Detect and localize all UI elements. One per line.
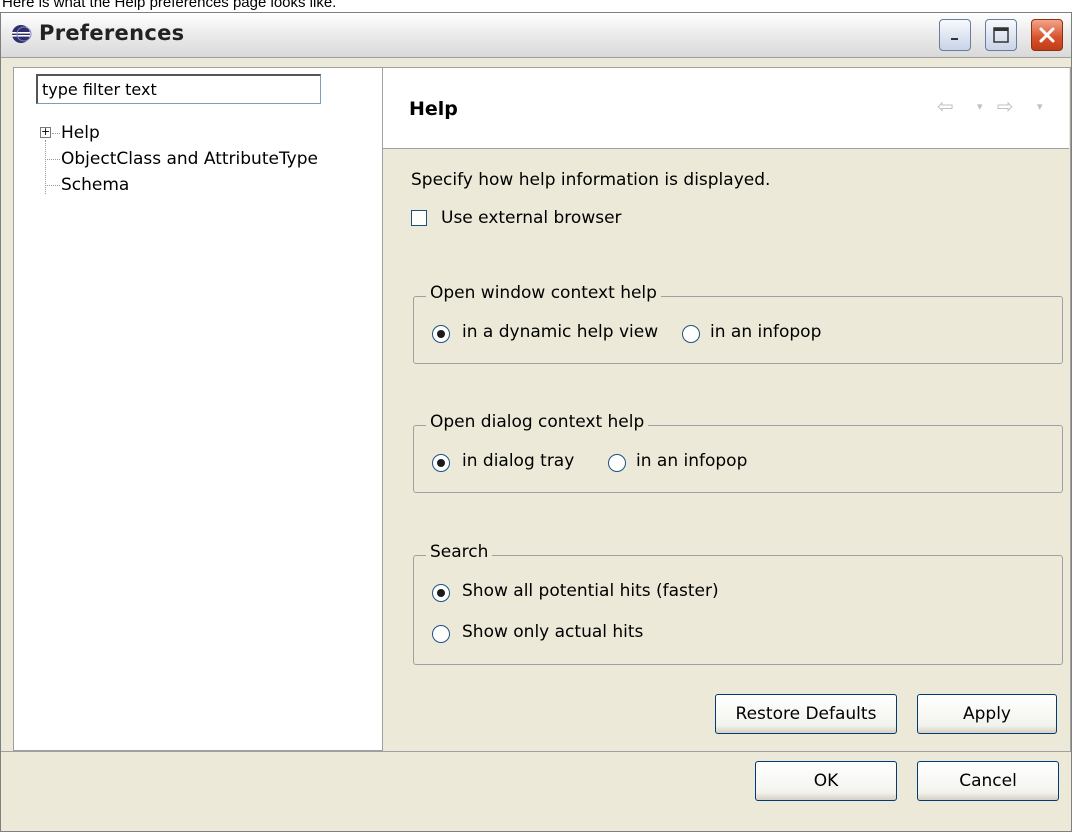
page-caption: Here is what the Help preferences page l… xyxy=(2,0,337,11)
back-arrow-icon[interactable]: ⇦ xyxy=(937,94,954,118)
maximize-button[interactable] xyxy=(985,19,1017,51)
minimize-button[interactable] xyxy=(939,19,971,51)
group-title: Open window context help xyxy=(426,283,661,303)
external-browser-checkbox[interactable] xyxy=(411,210,427,226)
dialog-context-help-group: Open dialog context help in dialog tray … xyxy=(413,412,1063,493)
radio-label: in an infopop xyxy=(710,322,822,342)
forward-dropdown-icon[interactable]: ▾ xyxy=(1037,100,1043,113)
radio-dialog-infopop[interactable] xyxy=(608,454,626,472)
footer-divider xyxy=(1,751,1071,752)
group-title: Search xyxy=(426,542,493,562)
back-dropdown-icon[interactable]: ▾ xyxy=(977,100,983,113)
radio-show-all-hits[interactable] xyxy=(432,584,450,602)
filter-input[interactable] xyxy=(36,74,321,104)
maximize-icon xyxy=(993,27,1009,43)
tree-branch-line xyxy=(45,185,60,186)
radio-dialog-tray[interactable] xyxy=(432,454,450,472)
radio-label: Show only actual hits xyxy=(462,622,644,642)
expand-icon[interactable]: + xyxy=(40,126,51,138)
preference-tree-pane: + Help ObjectClass and AttributeType Sch… xyxy=(13,67,383,751)
forward-arrow-icon[interactable]: ⇨ xyxy=(997,94,1014,118)
external-browser-label: Use external browser xyxy=(441,208,622,228)
radio-label: in dialog tray xyxy=(462,451,575,471)
tree-branch-line xyxy=(52,133,60,134)
radio-label: in a dynamic help view xyxy=(462,322,659,342)
window-context-help-group: Open window context help in a dynamic he… xyxy=(413,283,1063,364)
apply-button[interactable]: Apply xyxy=(917,694,1057,734)
window-title: Preferences xyxy=(39,21,185,45)
radio-show-actual-hits[interactable] xyxy=(432,625,450,643)
restore-defaults-button[interactable]: Restore Defaults xyxy=(715,694,897,734)
title-bar[interactable]: Preferences xyxy=(1,13,1071,58)
close-icon xyxy=(1039,27,1055,43)
tree-branch-line xyxy=(45,159,60,160)
page-title: Help xyxy=(409,98,458,120)
preferences-window: Preferences + Help xyxy=(0,12,1072,832)
radio-label: Show all potential hits (faster) xyxy=(462,581,719,601)
history-navigation: ⇦ ▾ ⇨ ▾ xyxy=(911,94,1061,120)
eclipse-icon xyxy=(12,25,32,43)
search-group: Search Show all potential hits (faster) … xyxy=(413,542,1063,665)
minimize-icon xyxy=(951,38,958,40)
group-title: Open dialog context help xyxy=(426,412,649,432)
cancel-button[interactable]: Cancel xyxy=(917,761,1059,801)
page-header: Help ⇦ ▾ ⇨ ▾ xyxy=(383,68,1069,149)
tree-item-label: Help xyxy=(61,123,100,143)
close-button[interactable] xyxy=(1031,19,1063,51)
radio-label: in an infopop xyxy=(636,451,748,471)
page-description: Specify how help information is displaye… xyxy=(411,170,771,190)
radio-dynamic-help-view[interactable] xyxy=(432,325,450,343)
tree-item-label: ObjectClass and AttributeType xyxy=(61,149,318,169)
tree-item-label: Schema xyxy=(61,175,130,195)
preference-page: Help ⇦ ▾ ⇨ ▾ Specify how help informatio… xyxy=(383,67,1071,751)
ok-button[interactable]: OK xyxy=(755,761,897,801)
radio-window-infopop[interactable] xyxy=(682,325,700,343)
